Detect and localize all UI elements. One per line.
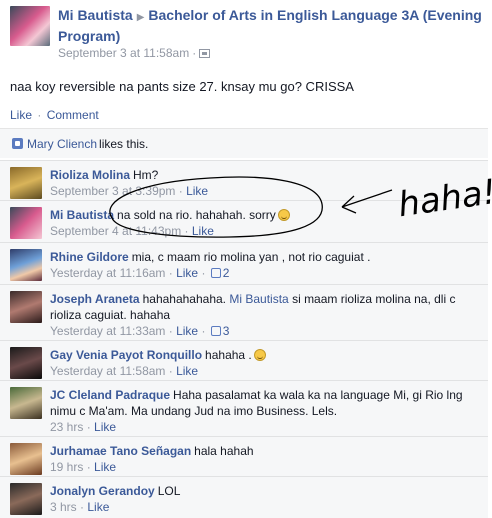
comment-time[interactable]: Yesterday at 11:58am [50, 364, 165, 378]
mention-link[interactable]: Mi Bautista [229, 292, 288, 306]
comment-time[interactable]: 19 hrs [50, 460, 83, 474]
meta-separator: · [192, 46, 197, 60]
comment-author-link[interactable]: JC Cleland Padraque [50, 388, 170, 402]
commenter-avatar[interactable] [10, 207, 42, 239]
comment-item: Mi Bautista na sold na rio. hahahah. sorr… [0, 200, 488, 242]
liker-name-link[interactable]: Mary Cliench [27, 137, 97, 151]
like-thumb-icon [210, 326, 221, 336]
like-thumb-icon [12, 138, 23, 149]
comment-author-link[interactable]: Joseph Araneta [50, 292, 140, 306]
comment-button[interactable]: Comment [47, 108, 99, 122]
comment-text: hahaha . [205, 348, 252, 362]
comment-like-button[interactable]: Like [176, 324, 198, 338]
action-separator: · [37, 108, 42, 122]
likes-suffix: likes this. [99, 136, 149, 151]
post-timestamp[interactable]: September 3 at 11:58am [58, 46, 189, 60]
comment-item: Rioliza Molina Hm? September 3 at 3:39pm … [0, 160, 488, 200]
comment-body: Rioliza Molina Hm? September 3 at 3:39pm … [50, 167, 476, 200]
commenter-avatar[interactable] [10, 443, 42, 475]
comment-like-button[interactable]: Like [192, 224, 214, 238]
comment-meta: Yesterday at 11:16am · Like · 2 [50, 266, 230, 280]
post-header-text: Mi Bautista ▶ Bachelor of Arts in English … [58, 6, 482, 66]
comment-meta: Yesterday at 11:33am · Like · 3 [50, 324, 230, 338]
like-button[interactable]: Like [10, 108, 32, 122]
group-audience-icon[interactable] [199, 48, 211, 58]
comment-meta: 3 hrs · Like [50, 500, 110, 514]
comment-author-link[interactable]: Jonalyn Gerandoy [50, 484, 155, 498]
post-header: Mi Bautista ▶ Bachelor of Arts in English … [10, 6, 482, 66]
author-name-link[interactable]: Mi Bautista [58, 7, 133, 23]
comment-time[interactable]: September 4 at 11:43pm [50, 224, 181, 238]
comment-like-button[interactable]: Like [87, 500, 109, 514]
post-title: Mi Bautista ▶ Bachelor of Arts in English … [58, 6, 482, 45]
comment-like-button[interactable]: Like [176, 364, 198, 378]
arrow-right-icon: ▶ [136, 12, 145, 23]
smile-emoji-icon [277, 209, 290, 221]
comment-author-link[interactable]: Mi Bautista [50, 208, 114, 222]
comment-meta: 19 hrs · Like [50, 460, 117, 474]
comment-time[interactable]: Yesterday at 11:16am [50, 266, 165, 280]
comment-meta: September 3 at 3:39pm · Like [50, 184, 209, 198]
commenter-avatar[interactable] [10, 249, 42, 281]
post: Mi Bautista ▶ Bachelor of Arts in English … [0, 0, 492, 122]
like-thumb-icon [210, 268, 221, 278]
comment-time[interactable]: 3 hrs [50, 500, 77, 514]
comment-text: mia, c maam rio molina yan , not rio cag… [131, 250, 371, 264]
commenter-avatar[interactable] [10, 387, 42, 419]
comment-item: Gay Venia Payot Ronquillo hahaha . Yester… [0, 340, 488, 380]
comment-author-link[interactable]: Gay Venia Payot Ronquillo [50, 348, 202, 362]
comment-text: hahahahahaha. [142, 292, 227, 306]
comment-item: Jonalyn Gerandoy LOL 3 hrs · Like [0, 476, 488, 518]
comment-like-button[interactable]: Like [186, 184, 208, 198]
comment-time[interactable]: Yesterday at 11:33am [50, 324, 165, 338]
comment-like-count[interactable]: 2 [223, 266, 230, 280]
comment-meta: September 4 at 11:43pm · Like [50, 224, 214, 238]
comment-body: Jurhamae Tano Señagan hala hahah 19 hrs ·… [50, 443, 476, 476]
comment-text: hala hahah [194, 444, 254, 458]
comment-body: Rhine Gildore mia, c maam rio molina yan … [50, 249, 476, 284]
comment-meta: Yesterday at 11:58am · Like [50, 364, 199, 378]
comment-meta: 23 hrs · Like [50, 420, 117, 434]
commenter-avatar[interactable] [10, 347, 42, 379]
comment-text: na sold na rio. hahahah. sorry [117, 208, 276, 222]
comment-author-link[interactable]: Rioliza Molina [50, 168, 130, 182]
comment-author-link[interactable]: Jurhamae Tano Señagan [50, 444, 191, 458]
comment-body: Mi Bautista na sold na rio. hahahah. sorr… [50, 207, 476, 242]
comment-item: Rhine Gildore mia, c maam rio molina yan … [0, 242, 488, 284]
comment-like-button[interactable]: Like [94, 460, 116, 474]
comment-text: LOL [157, 484, 181, 498]
commenter-avatar[interactable] [10, 167, 42, 199]
commenter-avatar[interactable] [10, 291, 42, 323]
comment-body: Gay Venia Payot Ronquillo hahaha . Yester… [50, 347, 476, 380]
comment-time[interactable]: September 3 at 3:39pm [50, 184, 175, 198]
comment-body: JC Cleland Padraque Haha pasalamat ka wal… [50, 387, 476, 436]
comment-text: Hm? [133, 168, 159, 182]
comment-item: Joseph Araneta hahahahahaha. Mi Bautista … [0, 284, 488, 340]
comment-item: Jurhamae Tano Señagan hala hahah 19 hrs ·… [0, 436, 488, 476]
comment-author-link[interactable]: Rhine Gildore [50, 250, 129, 264]
post-meta: September 3 at 11:58am · [58, 46, 482, 60]
comment-like-button[interactable]: Like [94, 420, 116, 434]
comment-like-count[interactable]: 3 [223, 324, 230, 338]
likes-summary: Mary Cliench likes this. [0, 128, 488, 158]
post-text: naa koy reversible na pants size 27. kns… [10, 79, 354, 94]
comment-body: Jonalyn Gerandoy LOL 3 hrs · Like [50, 483, 476, 518]
feedback-area: Mary Cliench likes this. [0, 128, 488, 158]
comment-like-button[interactable]: Like [176, 266, 198, 280]
post-actions: Like · Comment [10, 108, 482, 122]
comment-item: JC Cleland Padraque Haha pasalamat ka wal… [0, 380, 488, 436]
smile-emoji-icon [253, 349, 266, 361]
author-avatar[interactable] [10, 6, 50, 46]
commenter-avatar[interactable] [10, 483, 42, 515]
comment-time[interactable]: 23 hrs [50, 420, 83, 434]
comment-body: Joseph Araneta hahahahahaha. Mi Bautista … [50, 291, 476, 340]
